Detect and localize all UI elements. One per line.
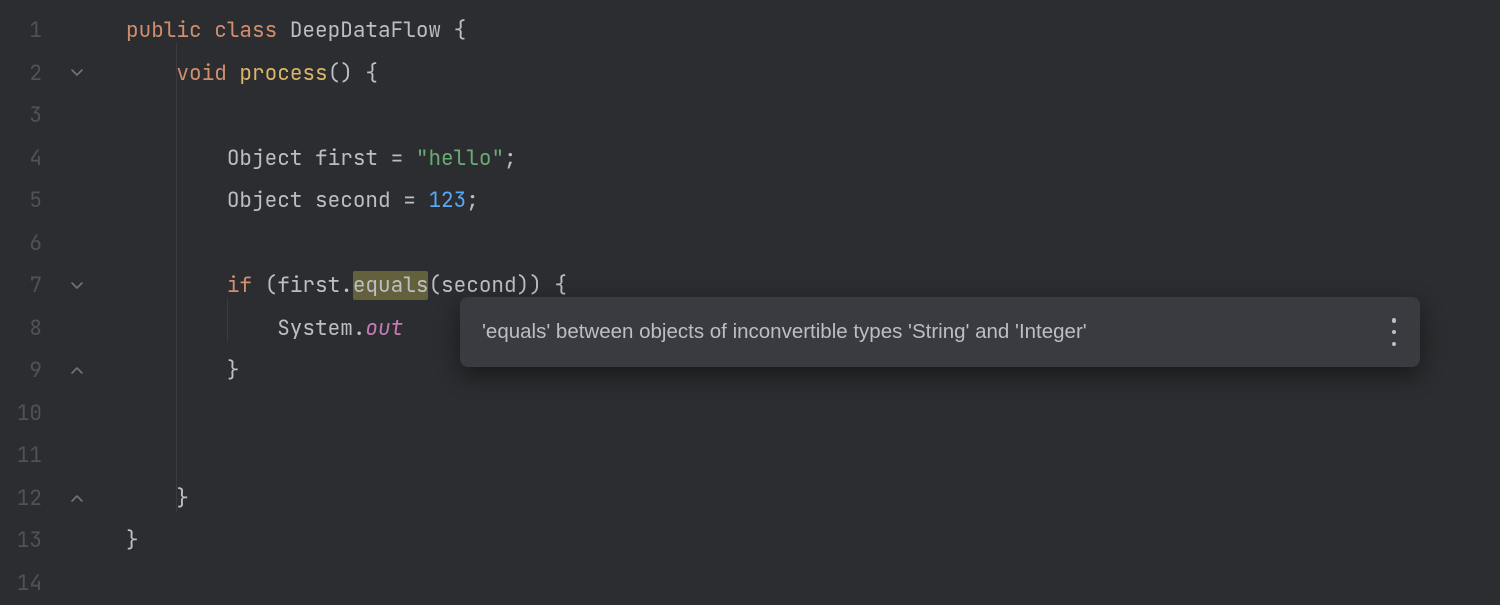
code-line[interactable]: } <box>100 478 1500 521</box>
highlighted-method-call[interactable]: equals <box>353 271 429 300</box>
op: = <box>391 187 429 214</box>
keyword-if: if <box>227 272 252 299</box>
paren: ( <box>252 272 277 299</box>
fold-open-icon[interactable] <box>68 64 86 82</box>
method-sig: () { <box>328 60 378 87</box>
indent-guide <box>176 42 177 512</box>
fold-open-icon[interactable] <box>68 277 86 295</box>
fold-close-icon[interactable] <box>68 361 86 379</box>
code-line[interactable]: Object second = 123; <box>100 180 1500 223</box>
keyword-void: void <box>176 60 226 87</box>
var-ref: first <box>277 272 340 299</box>
op: = <box>378 145 416 172</box>
line-number: 9 <box>0 350 60 393</box>
dot: . <box>353 315 366 342</box>
inspection-tooltip[interactable]: 'equals' between objects of inconvertibl… <box>460 297 1420 367</box>
dot: . <box>340 272 353 299</box>
code-editor[interactable]: public class DeepDataFlow { void process… <box>100 0 1500 600</box>
line-number-gutter: 1 2 3 4 5 6 7 8 9 10 11 12 13 14 <box>0 0 60 600</box>
call-args: (second)) { <box>428 272 567 299</box>
brace: } <box>176 485 189 512</box>
fold-gutter <box>60 0 100 600</box>
line-number: 1 <box>0 10 60 53</box>
fold-close-icon[interactable] <box>68 489 86 507</box>
code-line[interactable]: public class DeepDataFlow { <box>100 10 1500 53</box>
brace: } <box>126 527 139 554</box>
code-line[interactable] <box>100 223 1500 266</box>
keyword-class: class <box>214 17 277 44</box>
type-ref: Object <box>227 145 303 172</box>
more-actions-icon[interactable] <box>1384 318 1404 346</box>
code-line[interactable]: Object first = "hello"; <box>100 138 1500 181</box>
class-name: DeepDataFlow <box>290 17 441 44</box>
type-ref: Object <box>227 187 303 214</box>
line-number: 10 <box>0 393 60 436</box>
brace: { <box>441 17 466 44</box>
line-number: 8 <box>0 308 60 351</box>
line-number: 6 <box>0 223 60 266</box>
semi: ; <box>466 187 479 214</box>
tooltip-text: 'equals' between objects of inconvertibl… <box>482 297 1087 367</box>
code-line[interactable] <box>100 393 1500 436</box>
brace: } <box>227 357 240 384</box>
code-line[interactable]: void process() { <box>100 53 1500 96</box>
static-field: out <box>365 315 403 342</box>
code-line[interactable]: } <box>100 520 1500 563</box>
line-number: 3 <box>0 95 60 138</box>
line-number: 5 <box>0 180 60 223</box>
method-name: process <box>239 60 327 87</box>
keyword-public: public <box>126 17 202 44</box>
line-number: 11 <box>0 435 60 478</box>
line-number: 14 <box>0 563 60 605</box>
var-name: second <box>315 187 391 214</box>
line-number: 13 <box>0 520 60 563</box>
line-number: 2 <box>0 53 60 96</box>
class-ref: System <box>277 315 353 342</box>
string-literal: "hello" <box>416 145 504 172</box>
line-number: 4 <box>0 138 60 181</box>
number-literal: 123 <box>428 187 466 214</box>
var-name: first <box>315 145 378 172</box>
semi: ; <box>504 145 517 172</box>
indent-guide <box>227 298 228 342</box>
line-number: 12 <box>0 478 60 521</box>
line-number: 7 <box>0 265 60 308</box>
code-line[interactable] <box>100 95 1500 138</box>
code-line[interactable] <box>100 563 1500 605</box>
code-line[interactable] <box>100 435 1500 478</box>
